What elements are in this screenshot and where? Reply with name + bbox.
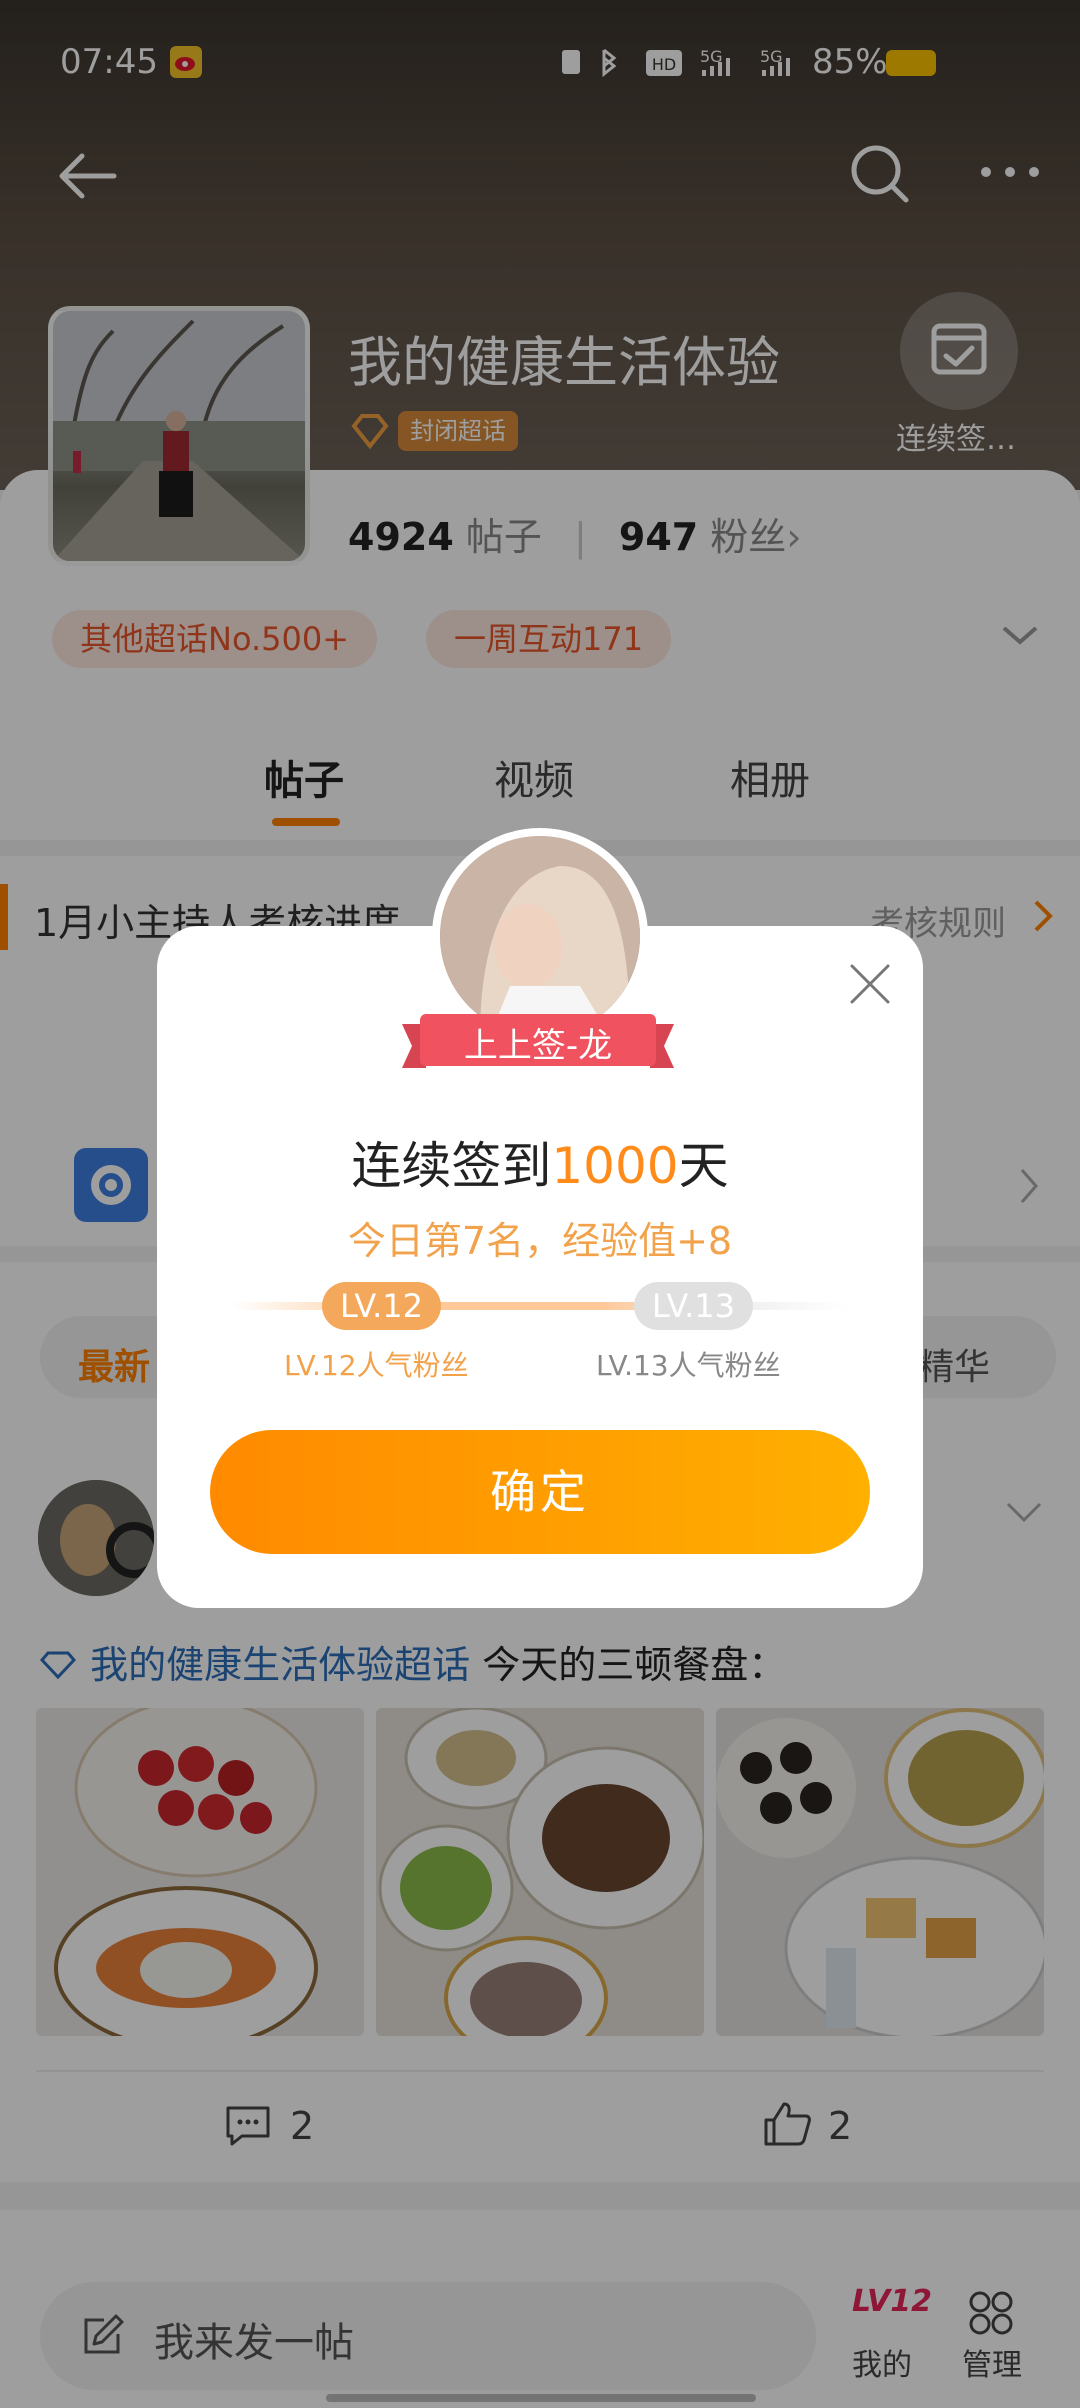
current-level-badge: LV.12 xyxy=(322,1282,441,1330)
current-level-label: LV.12人气粉丝 xyxy=(284,1349,469,1382)
next-level-label: LV.13人气粉丝 xyxy=(596,1349,781,1382)
fortune-ribbon: 上上签-龙 xyxy=(402,1010,674,1078)
checkin-subtitle: 今日第7名，经验值+8 xyxy=(347,1219,733,1263)
checkin-title-suffix: 天 xyxy=(678,1137,729,1195)
checkin-title: 连续签到1000天 xyxy=(157,1126,923,1198)
checkin-title-prefix: 连续签到 xyxy=(351,1137,552,1195)
close-icon[interactable] xyxy=(844,958,896,1014)
next-level-badge: LV.13 xyxy=(634,1282,753,1330)
checkin-days: 1000 xyxy=(551,1137,679,1195)
fortune-ribbon-text: 上上签-龙 xyxy=(463,1026,613,1066)
confirm-button[interactable]: 确定 xyxy=(210,1430,870,1554)
